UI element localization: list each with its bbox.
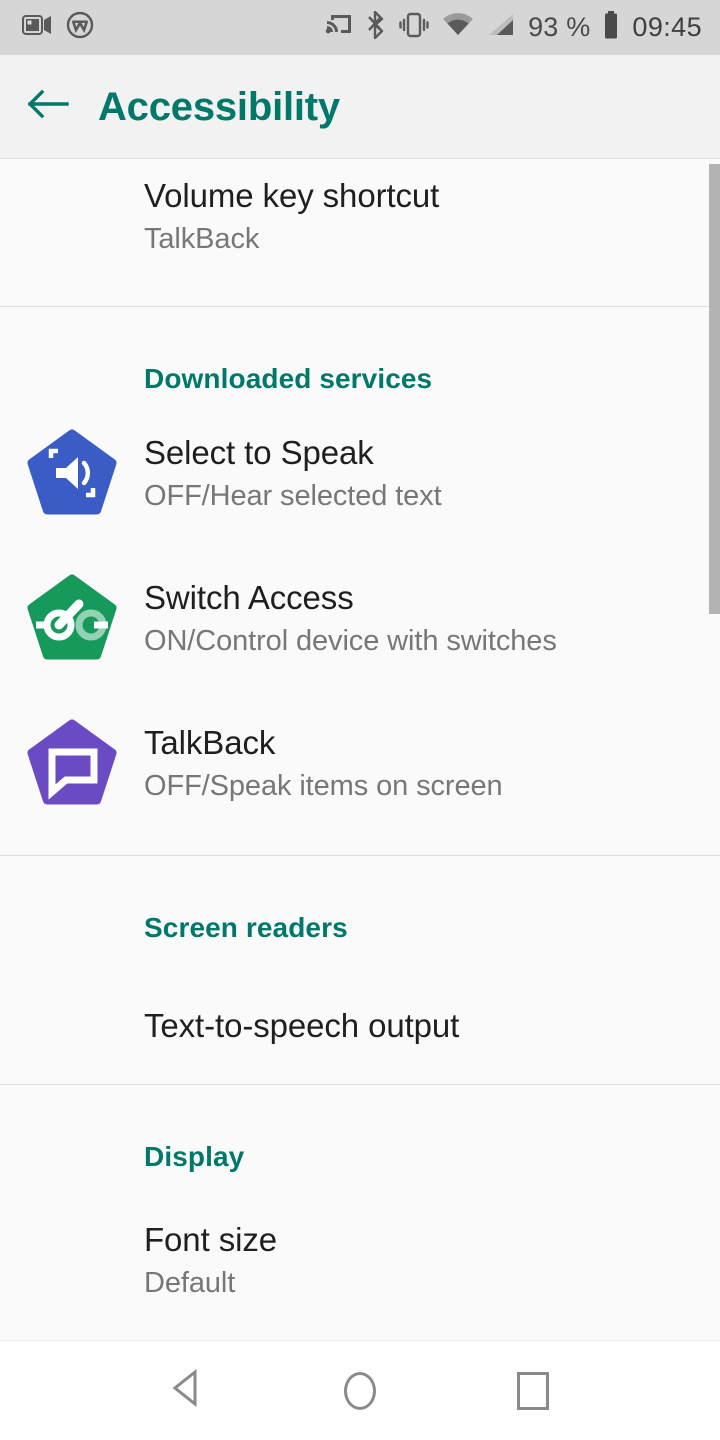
- switch-access-icon: [26, 573, 118, 665]
- item-text-block: Font size Default: [144, 1221, 696, 1301]
- talkback-icon: [26, 718, 118, 810]
- settings-scroll-container[interactable]: Volume key shortcut TalkBack Downloaded …: [0, 159, 720, 1440]
- section-divider: [0, 306, 720, 307]
- nav-recents-icon: [517, 1371, 550, 1410]
- item-title: Font size: [144, 1221, 277, 1258]
- list-item-volume-key-shortcut[interactable]: Volume key shortcut TalkBack: [0, 159, 720, 274]
- icon-slot: [0, 428, 144, 520]
- item-title: Switch Access: [144, 578, 354, 616]
- item-title: Volume key shortcut: [144, 177, 440, 214]
- list-item-select-to-speak[interactable]: Select to Speak OFF/Hear selected text: [0, 425, 720, 523]
- select-to-speak-icon: [26, 428, 118, 520]
- signal-icon: [487, 13, 515, 42]
- item-summary: Default: [144, 1266, 236, 1299]
- status-bar-clock: 09:45: [632, 12, 702, 42]
- status-bar-left-icons: [22, 11, 94, 44]
- section-header-downloaded-services: Downloaded services: [144, 363, 433, 394]
- list-item-text-to-speech-output[interactable]: Text-to-speech output: [0, 996, 720, 1056]
- nav-back-button[interactable]: [142, 1346, 232, 1436]
- app-circle-icon: [66, 11, 94, 44]
- app-bar: Accessibility: [0, 55, 720, 159]
- arrow-back-icon: [27, 87, 69, 126]
- item-text-block: Switch Access ON/Control device with swi…: [144, 579, 696, 659]
- list-item-talkback[interactable]: TalkBack OFF/Speak items on screen: [0, 715, 720, 813]
- status-bar-right-icons: 93 % 09:45: [325, 10, 702, 44]
- item-summary: OFF/Speak items on screen: [144, 769, 503, 802]
- status-bar: 93 % 09:45: [0, 0, 720, 55]
- page-title: Accessibility: [98, 84, 340, 129]
- nav-home-icon: [343, 1371, 376, 1410]
- vibrate-icon: [399, 12, 429, 43]
- system-navigation-bar: [0, 1340, 720, 1440]
- scrollbar-thumb[interactable]: [709, 164, 720, 614]
- icon-slot: [0, 573, 144, 665]
- item-title: Text-to-speech output: [144, 1006, 460, 1044]
- list-item-switch-access[interactable]: Switch Access ON/Control device with swi…: [0, 570, 720, 668]
- item-text-block: Text-to-speech output: [144, 1007, 696, 1046]
- item-text-block: Select to Speak OFF/Hear selected text: [144, 434, 696, 514]
- screen-record-icon: [22, 14, 52, 41]
- phone-screen: 93 % 09:45 Accessibility Volume key shor…: [0, 0, 720, 1440]
- cast-icon: [325, 12, 353, 43]
- icon-slot: [0, 718, 144, 810]
- item-text-block: Volume key shortcut TalkBack: [144, 177, 696, 257]
- item-title: Select to Speak: [144, 433, 374, 471]
- section-header-screen-readers: Screen readers: [144, 912, 348, 943]
- nav-recents-button[interactable]: [488, 1346, 578, 1436]
- nav-home-button[interactable]: [315, 1346, 405, 1436]
- item-summary: TalkBack: [144, 222, 260, 255]
- bluetooth-icon: [366, 10, 386, 44]
- battery-full-icon: [603, 11, 619, 44]
- section-divider: [0, 1084, 720, 1085]
- back-button[interactable]: [0, 55, 96, 159]
- section-divider: [0, 855, 720, 856]
- scrollbar-track[interactable]: [709, 159, 720, 1440]
- battery-percent-label: 93 %: [528, 12, 591, 42]
- wifi-icon: [442, 13, 474, 42]
- section-header-display: Display: [144, 1141, 245, 1172]
- item-text-block: TalkBack OFF/Speak items on screen: [144, 724, 696, 804]
- item-summary: ON/Control device with switches: [144, 624, 557, 657]
- nav-back-icon: [169, 1368, 205, 1413]
- list-item-font-size[interactable]: Font size Default: [0, 1221, 720, 1321]
- item-summary: OFF/Hear selected text: [144, 479, 442, 512]
- item-title: TalkBack: [144, 723, 276, 761]
